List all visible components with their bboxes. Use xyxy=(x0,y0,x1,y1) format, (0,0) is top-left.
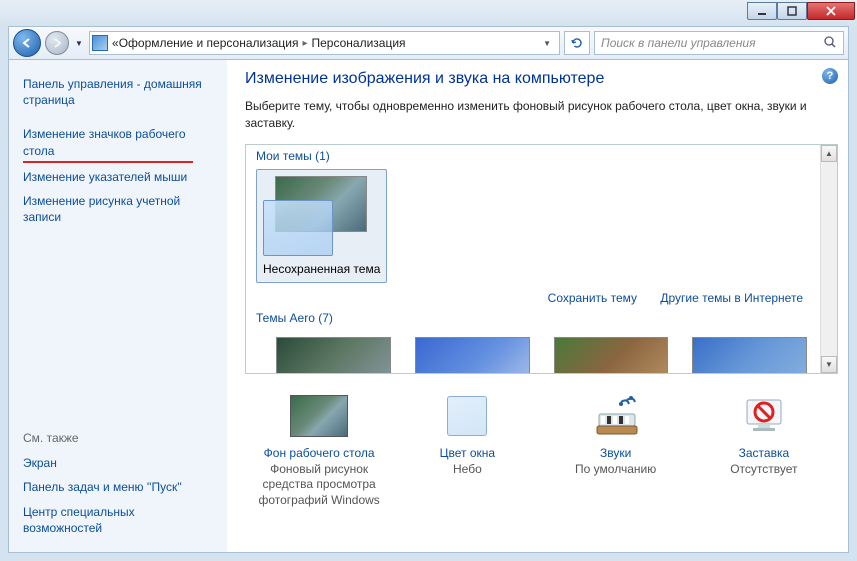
sidebar-account-picture-link[interactable]: Изменение рисунка учетной записи xyxy=(23,189,213,229)
desktop-background-icon xyxy=(290,395,348,437)
theme-unsaved[interactable]: Несохраненная тема xyxy=(256,169,387,283)
sounds-option[interactable]: Звуки По умолчанию xyxy=(546,392,686,509)
scrollbar[interactable]: ▲ ▼ xyxy=(820,145,837,373)
window-color-title: Цвет окна xyxy=(397,446,537,460)
breadcrumb-category[interactable]: Оформление и персонализация xyxy=(119,36,299,50)
themes-container: ▲ ▼ Мои темы (1) Несохраненная тема Сохр… xyxy=(245,144,838,374)
breadcrumb-current[interactable]: Персонализация xyxy=(311,36,405,50)
chevron-right-icon: ▸ xyxy=(302,38,307,49)
sounds-title: Звуки xyxy=(546,446,686,460)
refresh-button[interactable] xyxy=(564,31,590,55)
sidebar-desktop-icons-link[interactable]: Изменение значков рабочего стола xyxy=(23,122,213,162)
theme-thumbnail xyxy=(263,176,373,256)
aero-theme-3[interactable] xyxy=(554,337,669,374)
personalization-options-row: Фон рабочего стола Фоновый рисунок средс… xyxy=(245,392,838,509)
window-color-value: Небо xyxy=(397,462,537,478)
maximize-button[interactable] xyxy=(777,2,807,20)
more-themes-link[interactable]: Другие темы в Интернете xyxy=(660,291,803,305)
main-region: Панель управления - домашняя страница Из… xyxy=(8,60,849,553)
navigation-bar: ▼ « Оформление и персонализация ▸ Персон… xyxy=(8,26,849,60)
see-also-heading: См. также xyxy=(23,431,213,445)
scroll-down-button[interactable]: ▼ xyxy=(821,356,837,373)
maximize-icon xyxy=(787,6,797,16)
window-color-icon xyxy=(447,396,487,436)
back-button[interactable] xyxy=(13,29,41,57)
desktop-background-option[interactable]: Фон рабочего стола Фоновый рисунок средс… xyxy=(249,392,389,509)
window-color-option[interactable]: Цвет окна Небо xyxy=(397,392,537,509)
theme-window-preview xyxy=(263,200,333,256)
sounds-icon xyxy=(587,392,645,440)
my-themes-header: Мои темы (1) xyxy=(256,149,827,163)
minimize-button[interactable] xyxy=(747,2,777,20)
close-icon xyxy=(825,6,837,16)
aero-themes-row xyxy=(256,331,807,374)
page-description: Выберите тему, чтобы одновременно измени… xyxy=(245,98,825,132)
address-dropdown-icon[interactable]: ▼ xyxy=(537,39,557,48)
aero-theme-1[interactable] xyxy=(276,337,391,374)
arrow-right-icon xyxy=(51,37,63,49)
theme-label: Несохраненная тема xyxy=(263,262,380,276)
page-title: Изменение изображения и звука на компьют… xyxy=(245,70,838,88)
scroll-up-button[interactable]: ▲ xyxy=(821,145,837,162)
window-titlebar xyxy=(0,0,857,26)
content-pane: ? Изменение изображения и звука на компь… xyxy=(227,60,848,552)
search-input[interactable]: Поиск в панели управления xyxy=(594,31,844,55)
sidebar-home-link[interactable]: Панель управления - домашняя страница xyxy=(23,72,213,112)
minimize-icon xyxy=(757,6,767,16)
search-icon[interactable] xyxy=(823,35,837,52)
forward-button[interactable] xyxy=(45,31,69,55)
sidebar-mouse-pointers-link[interactable]: Изменение указателей мыши xyxy=(23,165,213,189)
control-panel-icon xyxy=(92,35,108,51)
screensaver-icon xyxy=(735,392,793,440)
search-placeholder: Поиск в панели управления xyxy=(601,36,756,50)
aero-theme-4[interactable] xyxy=(692,337,807,374)
sidebar: Панель управления - домашняя страница Из… xyxy=(9,60,227,552)
screensaver-value: Отсутствует xyxy=(694,462,834,478)
save-theme-link[interactable]: Сохранить тему xyxy=(548,291,637,305)
sidebar-screen-link[interactable]: Экран xyxy=(23,451,213,475)
screensaver-option[interactable]: Заставка Отсутствует xyxy=(694,392,834,509)
desktop-background-title: Фон рабочего стола xyxy=(249,446,389,460)
screensaver-title: Заставка xyxy=(694,446,834,460)
aero-theme-2[interactable] xyxy=(415,337,530,374)
nav-history-dropdown[interactable]: ▼ xyxy=(73,39,85,48)
desktop-background-value: Фоновый рисунок средства просмотра фотог… xyxy=(249,462,389,509)
help-button[interactable]: ? xyxy=(822,68,838,84)
sidebar-ease-of-access-link[interactable]: Центр специальных возможностей xyxy=(23,500,213,540)
breadcrumb-prefix: « xyxy=(112,36,119,50)
arrow-left-icon xyxy=(20,36,34,50)
close-button[interactable] xyxy=(807,2,855,20)
aero-themes-header: Темы Aero (7) xyxy=(256,311,827,325)
sounds-value: По умолчанию xyxy=(546,462,686,478)
refresh-icon xyxy=(570,36,584,50)
address-bar[interactable]: « Оформление и персонализация ▸ Персонал… xyxy=(89,31,560,55)
sidebar-taskbar-link[interactable]: Панель задач и меню ''Пуск'' xyxy=(23,475,213,499)
